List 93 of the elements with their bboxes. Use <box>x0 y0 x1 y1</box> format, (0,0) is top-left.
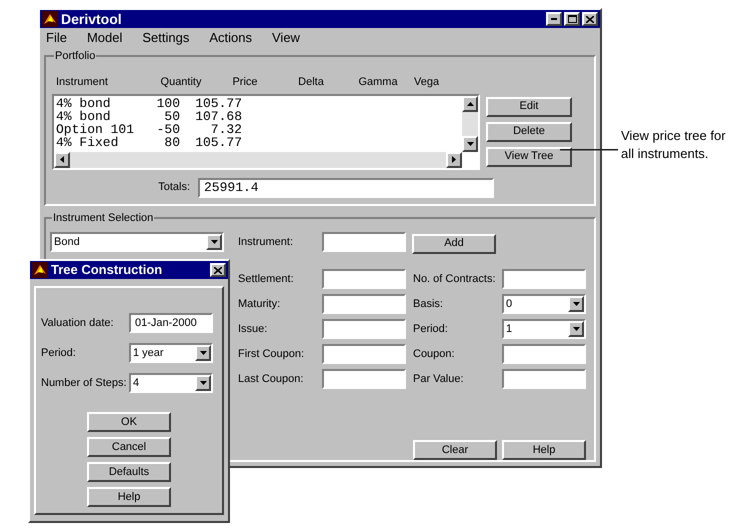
column-header: Delta <box>297 75 325 90</box>
close-button[interactable] <box>210 263 226 277</box>
maximize-icon <box>568 15 576 23</box>
push-button[interactable]: Help <box>87 487 171 507</box>
push-button[interactable]: Clear <box>413 440 497 460</box>
column-header: Vega <box>414 75 440 90</box>
arrow-icon <box>466 102 474 106</box>
list-row[interactable]: 4% Fixed 80 105.77 <box>56 136 462 148</box>
arrow-icon <box>60 156 64 163</box>
window-title: Tree Construction <box>51 261 164 280</box>
scroll-arrow-button[interactable] <box>54 152 70 168</box>
menu-item[interactable]: Settings <box>142 28 190 48</box>
dropdown-arrow-button[interactable] <box>195 345 211 361</box>
minimize-button[interactable] <box>546 12 562 26</box>
field-label: Coupon: <box>413 346 456 362</box>
push-button[interactable]: Help <box>502 440 586 460</box>
scroll-arrow-button[interactable] <box>462 136 478 152</box>
field-label: Instrument: <box>238 234 294 250</box>
close-icon <box>214 266 222 274</box>
dropdown-arrow-button[interactable] <box>206 234 222 250</box>
column-header: Gamma <box>357 75 399 90</box>
push-button[interactable]: OK <box>87 412 171 432</box>
menu-item[interactable]: Model <box>86 28 122 48</box>
field-label: Maturity: <box>238 296 282 312</box>
down-arrow-icon <box>200 351 206 355</box>
dropdown-field[interactable]: 4 <box>129 373 213 393</box>
vertical-scrollbar[interactable] <box>462 96 478 152</box>
push-button[interactable]: Defaults <box>87 462 171 482</box>
leader-line <box>560 149 618 151</box>
text-field[interactable]: 25991.4 <box>198 178 494 198</box>
push-button[interactable]: Cancel <box>87 437 171 457</box>
dropdown-field[interactable]: 0 <box>502 294 586 314</box>
list-row[interactable]: 4% bond 50 107.68 <box>56 110 462 122</box>
scroll-arrow-button[interactable] <box>446 152 462 168</box>
text-field[interactable] <box>502 344 586 364</box>
arrow-icon <box>452 156 456 163</box>
down-arrow-icon <box>200 381 206 385</box>
menu-item[interactable]: Actions <box>209 28 252 48</box>
field-label: First Coupon: <box>238 346 306 362</box>
field-label: Settlement: <box>238 272 295 287</box>
dropdown-field[interactable]: Bond <box>50 232 224 252</box>
window-title: Derivtool <box>61 10 123 28</box>
push-button[interactable]: View Tree <box>486 146 572 166</box>
dropdown-arrow-button[interactable] <box>568 321 584 337</box>
field-label: Period: <box>41 346 77 361</box>
column-header: Price <box>231 75 259 90</box>
list-row[interactable]: 4% bond 100 105.77 <box>56 96 462 110</box>
push-button[interactable]: Add <box>412 234 496 254</box>
field-label: Basis: <box>413 296 444 312</box>
text-field[interactable] <box>322 369 406 389</box>
app-logo-icon <box>32 262 48 278</box>
close-icon <box>586 16 594 22</box>
text-field[interactable] <box>322 294 406 314</box>
field-label: Issue: <box>238 322 268 337</box>
push-button[interactable]: Edit <box>486 96 572 116</box>
dropdown-field[interactable]: 1 year <box>129 343 213 363</box>
field-label: Valuation date: <box>41 316 115 331</box>
group-title: Instrument Selection <box>52 210 154 226</box>
dropdown-arrow-button[interactable] <box>195 375 211 391</box>
down-arrow-icon <box>572 327 580 331</box>
arrow-icon <box>466 142 474 146</box>
field-label: Period: <box>413 322 449 337</box>
text-field[interactable] <box>322 344 406 364</box>
field-label: Par Value: <box>413 372 465 387</box>
column-header: Instrument <box>56 75 109 90</box>
dropdown-arrow-button[interactable] <box>568 296 584 312</box>
field-label: No. of Contracts: <box>413 272 497 287</box>
text-field[interactable] <box>322 319 406 339</box>
horizontal-scrollbar[interactable] <box>54 152 462 168</box>
list-row[interactable]: Option 101 -50 7.32 <box>56 122 462 136</box>
dropdown-field[interactable]: 1 <box>502 319 586 339</box>
field-label: Number of Steps: <box>41 376 128 391</box>
close-button[interactable] <box>582 12 598 26</box>
field-label: Last Coupon: <box>238 372 304 387</box>
down-arrow-icon <box>210 240 218 244</box>
minimize-icon <box>551 18 557 20</box>
text-field[interactable] <box>502 369 586 389</box>
menu-item[interactable]: File <box>46 28 67 48</box>
group-title: Portfolio <box>54 48 96 64</box>
app-logo-icon <box>42 11 58 27</box>
column-header: Quantity <box>160 75 202 90</box>
text-field[interactable] <box>502 269 586 289</box>
callout-text: View price tree for all instruments. <box>621 127 727 163</box>
push-button[interactable]: Delete <box>486 122 572 142</box>
totals-label: Totals: <box>157 180 190 196</box>
scroll-arrow-button[interactable] <box>462 96 478 112</box>
instrument-list[interactable]: 4% bond 100 105.77 4% bond 50 107.68 Option 101 -50 7.32 4% Fixed 80 105.77 <box>52 94 480 170</box>
text-field[interactable]: 01-Jan-2000 <box>129 313 213 333</box>
menu-item[interactable]: View <box>272 28 300 48</box>
text-field[interactable] <box>322 269 406 289</box>
maximize-button[interactable] <box>564 12 580 26</box>
text-field[interactable] <box>322 232 406 252</box>
down-arrow-icon <box>572 302 580 306</box>
